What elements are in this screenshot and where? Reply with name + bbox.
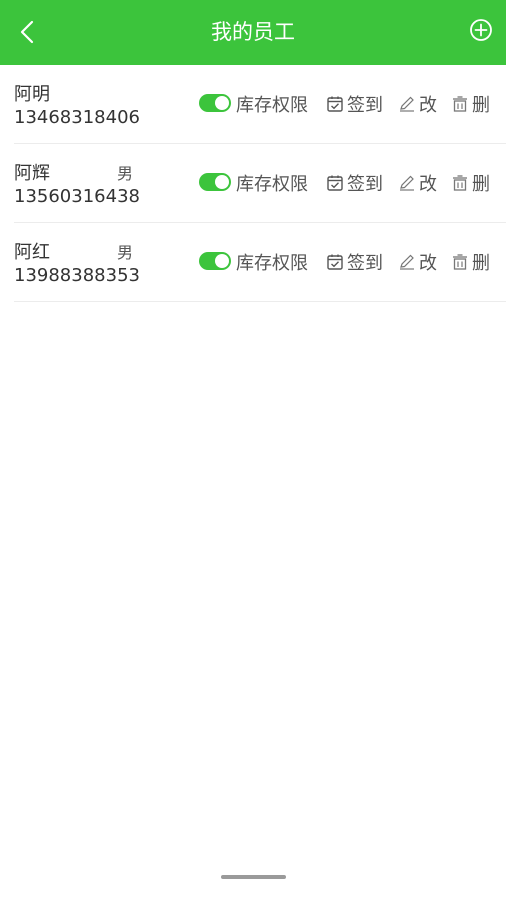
signin-label: 签到 bbox=[347, 174, 383, 195]
toggle-knob bbox=[215, 254, 229, 268]
inventory-permission-label: 库存权限 bbox=[236, 95, 308, 116]
back-button[interactable] bbox=[10, 14, 46, 50]
delete-label: 删 bbox=[472, 174, 490, 195]
list-item: 阿红 男 13988388353 库存权限 签到 改 删 bbox=[14, 223, 506, 302]
list-item: 阿明 13468318406 库存权限 签到 改 删 bbox=[14, 65, 506, 144]
employee-name: 阿红 bbox=[14, 242, 50, 263]
trash-icon bbox=[451, 95, 469, 113]
inventory-permission-toggle[interactable] bbox=[199, 173, 231, 191]
edit-button[interactable]: 改 bbox=[398, 249, 437, 275]
employee-list: 阿明 13468318406 库存权限 签到 改 删 阿辉 男 13560316… bbox=[14, 65, 506, 302]
employee-gender: 男 bbox=[117, 243, 134, 262]
pencil-icon bbox=[398, 253, 416, 271]
signin-label: 签到 bbox=[347, 95, 383, 116]
page-title: 我的员工 bbox=[211, 20, 295, 44]
delete-button[interactable]: 删 bbox=[451, 170, 490, 196]
list-item: 阿辉 男 13560316438 库存权限 签到 改 删 bbox=[14, 144, 506, 223]
employee-name: 阿辉 bbox=[14, 163, 50, 184]
inventory-permission-label: 库存权限 bbox=[236, 174, 308, 195]
pencil-icon bbox=[398, 174, 416, 192]
employee-phone: 13988388353 bbox=[14, 265, 140, 286]
employee-phone: 13468318406 bbox=[14, 107, 140, 128]
delete-button[interactable]: 删 bbox=[451, 249, 490, 275]
trash-icon bbox=[451, 174, 469, 192]
delete-label: 删 bbox=[472, 253, 490, 274]
signin-label: 签到 bbox=[347, 253, 383, 274]
toggle-knob bbox=[215, 175, 229, 189]
delete-button[interactable]: 删 bbox=[451, 91, 490, 117]
trash-icon bbox=[451, 253, 469, 271]
edit-button[interactable]: 改 bbox=[398, 170, 437, 196]
toggle-knob bbox=[215, 96, 229, 110]
add-employee-button[interactable] bbox=[468, 17, 494, 43]
edit-label: 改 bbox=[419, 95, 437, 116]
delete-label: 删 bbox=[472, 95, 490, 116]
inventory-permission-toggle[interactable] bbox=[199, 252, 231, 270]
calendar-check-icon bbox=[326, 253, 344, 271]
edit-button[interactable]: 改 bbox=[398, 91, 437, 117]
chevron-left-icon bbox=[20, 20, 34, 44]
employee-name: 阿明 bbox=[14, 84, 50, 105]
employee-gender: 男 bbox=[117, 164, 134, 183]
signin-button[interactable]: 签到 bbox=[326, 170, 383, 196]
top-bar: 我的员工 bbox=[0, 0, 506, 65]
employee-phone: 13560316438 bbox=[14, 186, 140, 207]
inventory-permission-toggle[interactable] bbox=[199, 94, 231, 112]
calendar-check-icon bbox=[326, 174, 344, 192]
plus-circle-icon bbox=[470, 19, 492, 41]
home-indicator[interactable] bbox=[221, 875, 286, 879]
edit-label: 改 bbox=[419, 174, 437, 195]
signin-button[interactable]: 签到 bbox=[326, 91, 383, 117]
edit-label: 改 bbox=[419, 253, 437, 274]
calendar-check-icon bbox=[326, 95, 344, 113]
signin-button[interactable]: 签到 bbox=[326, 249, 383, 275]
inventory-permission-label: 库存权限 bbox=[236, 253, 308, 274]
pencil-icon bbox=[398, 95, 416, 113]
